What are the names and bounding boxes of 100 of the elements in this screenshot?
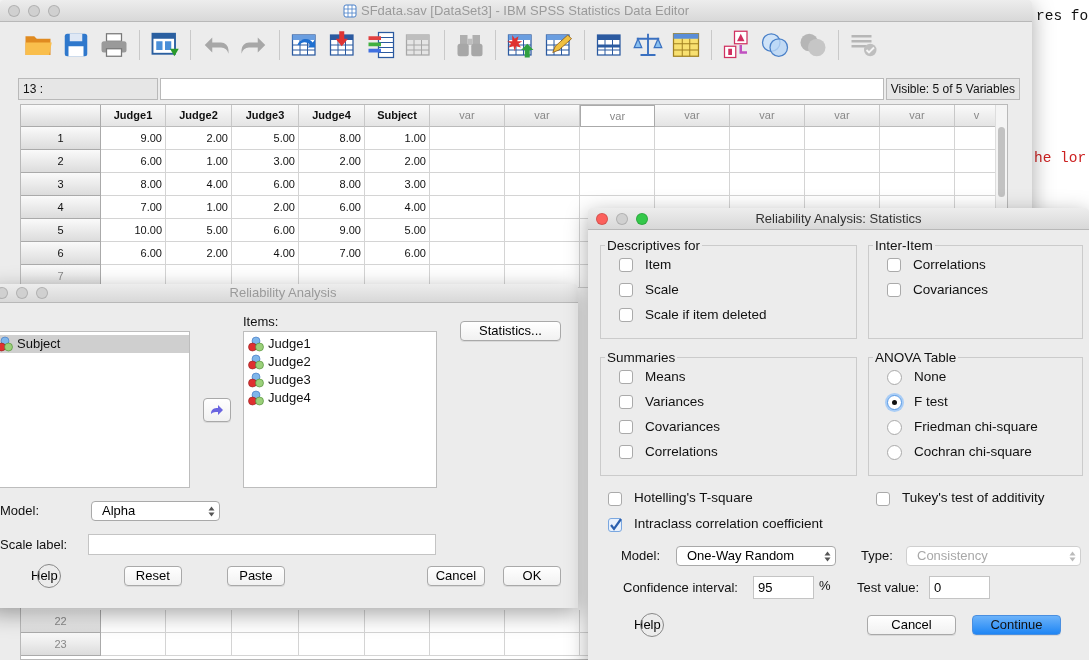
arrow-right-icon xyxy=(208,402,225,417)
table-cell: 4.00 xyxy=(166,173,232,196)
table-cell: 8.00 xyxy=(101,173,166,196)
test-value-field[interactable]: 0 xyxy=(929,576,990,599)
checkbox[interactable] xyxy=(608,517,622,532)
radio-label[interactable]: None xyxy=(914,366,947,388)
radio-label[interactable]: Friedman chi-square xyxy=(914,416,1038,438)
checkbox[interactable] xyxy=(619,370,633,384)
statistics-button[interactable]: Statistics... xyxy=(460,321,561,341)
column-header[interactable]: Judge2 xyxy=(166,105,232,127)
zoom-button[interactable] xyxy=(636,212,648,225)
column-header[interactable]: Judge4 xyxy=(299,105,365,127)
minimize-button[interactable] xyxy=(16,287,28,299)
confidence-interval-field[interactable]: 95 xyxy=(753,576,814,599)
checkbox-label[interactable]: Intraclass correlation coefficient xyxy=(634,514,823,535)
variable-item[interactable]: Judge1 xyxy=(244,335,436,353)
table-cell: 9.00 xyxy=(101,127,166,150)
row-header[interactable]: 1 xyxy=(21,127,101,150)
type-dropdown: Consistency xyxy=(906,546,1081,566)
table-cell: 6.00 xyxy=(232,219,299,242)
table-cell: 6.00 xyxy=(299,196,365,219)
test-value-label: Test value: xyxy=(857,578,921,597)
radio-button[interactable] xyxy=(887,444,902,460)
checkbox[interactable] xyxy=(619,445,633,459)
checkbox-label[interactable]: Tukey's test of additivity xyxy=(902,488,1045,509)
close-button[interactable] xyxy=(596,212,608,225)
minimize-button[interactable] xyxy=(616,212,628,225)
column-header[interactable]: var xyxy=(580,105,655,127)
row-header[interactable]: 6 xyxy=(21,242,101,265)
help-button[interactable]: Help xyxy=(634,615,661,635)
checkbox[interactable] xyxy=(608,491,622,506)
model-dropdown[interactable]: Alpha xyxy=(91,501,220,521)
checkbox[interactable] xyxy=(887,283,901,297)
checkbox[interactable] xyxy=(619,258,633,272)
checkbox[interactable] xyxy=(876,491,890,506)
circles-icon[interactable] xyxy=(760,30,790,60)
checkbox-label[interactable]: Correlations xyxy=(913,254,986,276)
variable-item[interactable]: Subject xyxy=(0,335,189,353)
checkbox[interactable] xyxy=(619,283,633,297)
cancel-button[interactable]: Cancel xyxy=(426,566,485,586)
checkbox[interactable] xyxy=(619,308,633,322)
radio-button[interactable] xyxy=(887,369,902,385)
group-title: ANOVA Table xyxy=(874,351,958,365)
checkbox-label[interactable]: Correlations xyxy=(645,441,718,463)
column-header[interactable]: Subject xyxy=(365,105,430,127)
table-cell: 5.00 xyxy=(166,219,232,242)
checkbox-label[interactable]: Covariances xyxy=(645,416,721,438)
scale-label-field[interactable] xyxy=(88,534,436,555)
radio-label[interactable]: Cochran chi-square xyxy=(914,441,1032,463)
table-cell xyxy=(232,633,299,656)
scale-variable-icon xyxy=(248,336,264,352)
checkbox-label[interactable]: Scale if item deleted xyxy=(645,304,767,326)
checkbox-label[interactable]: Hotelling's T-square xyxy=(634,488,753,509)
checkbox-label[interactable]: Variances xyxy=(645,391,705,413)
row-header[interactable]: 4 xyxy=(21,196,101,219)
row-header[interactable]: 3 xyxy=(21,173,101,196)
printer-icon[interactable] xyxy=(99,30,129,60)
dialog-title: Reliability Analysis xyxy=(229,284,337,303)
model-label: Model: xyxy=(0,502,41,521)
continue-button[interactable]: Continue xyxy=(972,615,1061,635)
zoom-button[interactable] xyxy=(36,287,48,299)
row-header[interactable]: 2 xyxy=(21,150,101,173)
cancel-button[interactable]: Cancel xyxy=(867,615,956,635)
grid-corner[interactable] xyxy=(21,105,101,127)
checkbox-label[interactable]: Covariances xyxy=(913,279,989,301)
column-header[interactable]: Judge3 xyxy=(232,105,299,127)
checkbox[interactable] xyxy=(619,420,633,434)
table-cell: 6.00 xyxy=(232,173,299,196)
cell-value-field[interactable] xyxy=(160,78,884,100)
scale-variable-icon xyxy=(0,336,13,352)
table-cell: 8.00 xyxy=(299,173,365,196)
variable-item[interactable]: Judge2 xyxy=(244,353,436,371)
help-button[interactable]: Help xyxy=(31,566,58,586)
checkbox-label[interactable]: Item xyxy=(645,254,672,276)
variable-item[interactable]: Judge4 xyxy=(244,389,436,407)
table-cell xyxy=(101,610,166,633)
model-label: Model: xyxy=(621,547,662,566)
minimize-button[interactable] xyxy=(28,4,40,17)
ok-button[interactable]: OK xyxy=(502,566,561,586)
radio-button[interactable] xyxy=(887,394,902,410)
paste-button[interactable]: Paste xyxy=(226,566,285,586)
table-bars-icon[interactable] xyxy=(366,30,396,60)
checkbox[interactable] xyxy=(619,395,633,409)
table-cell: 6.00 xyxy=(101,242,166,265)
radio-button[interactable] xyxy=(887,419,902,435)
checkbox-label[interactable]: Scale xyxy=(645,279,679,301)
checkbox-label[interactable]: Means xyxy=(645,366,686,388)
radio-label[interactable]: F test xyxy=(914,391,948,413)
variable-item[interactable]: Judge3 xyxy=(244,371,436,389)
close-button[interactable] xyxy=(8,4,20,17)
table-grid-icon[interactable] xyxy=(671,30,701,60)
zoom-button[interactable] xyxy=(48,4,60,17)
model-dropdown[interactable]: One-Way Random xyxy=(676,546,836,566)
checkbox[interactable] xyxy=(887,258,901,272)
cell-reference: 13 : xyxy=(18,78,158,100)
move-right-button[interactable] xyxy=(202,397,231,422)
reset-button[interactable]: Reset xyxy=(123,566,182,586)
row-header[interactable]: 5 xyxy=(21,219,101,242)
column-header[interactable]: Judge1 xyxy=(101,105,166,127)
scrollbar-thumb[interactable] xyxy=(998,127,1005,197)
